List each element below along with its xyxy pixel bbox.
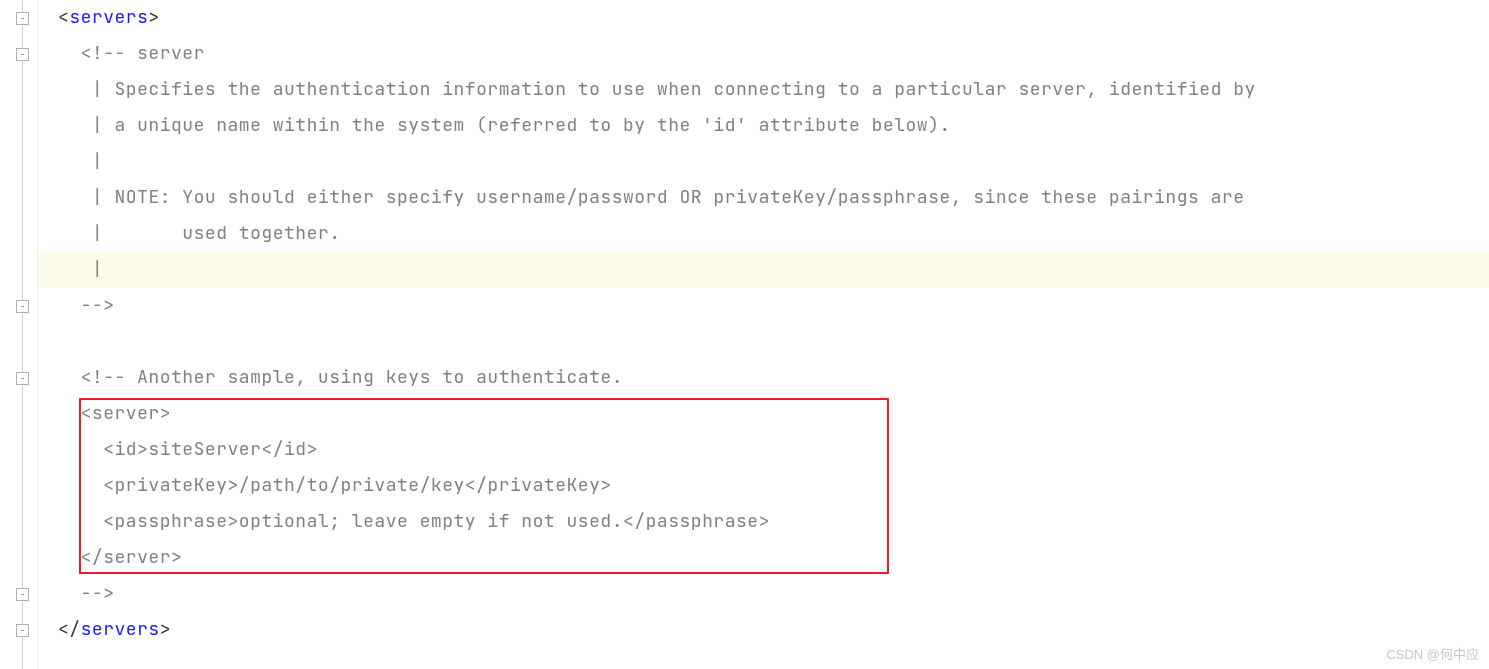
fold-toggle-icon[interactable] xyxy=(16,300,29,313)
code-line[interactable]: --> xyxy=(38,576,1489,612)
code-line[interactable]: --> xyxy=(38,288,1489,324)
code-line[interactable]: | used together. xyxy=(38,216,1489,252)
fold-toggle-icon[interactable] xyxy=(16,48,29,61)
code-line[interactable]: <privateKey>/path/to/private/key</privat… xyxy=(38,468,1489,504)
fold-toggle-icon[interactable] xyxy=(16,12,29,25)
fold-toggle-icon[interactable] xyxy=(16,624,29,637)
code-line[interactable]: <servers> xyxy=(38,0,1489,36)
code-line[interactable]: <server> xyxy=(38,396,1489,432)
code-line[interactable]: <!-- server xyxy=(38,36,1489,72)
fold-toggle-icon[interactable] xyxy=(16,372,29,385)
code-line[interactable]: | NOTE: You should either specify userna… xyxy=(38,180,1489,216)
code-line[interactable]: | Specifies the authentication informati… xyxy=(38,72,1489,108)
code-line[interactable]: <!-- Another sample, using keys to authe… xyxy=(38,360,1489,396)
fold-toggle-icon[interactable] xyxy=(16,588,29,601)
code-line[interactable] xyxy=(38,324,1489,360)
gutter xyxy=(0,0,38,669)
watermark: CSDN @何中应 xyxy=(1386,644,1479,663)
code-line[interactable]: | a unique name within the system (refer… xyxy=(38,108,1489,144)
code-line[interactable]: <id>siteServer</id> xyxy=(38,432,1489,468)
code-line[interactable]: | xyxy=(38,144,1489,180)
fold-guide-line xyxy=(22,0,23,669)
code-area[interactable]: <servers> <!-- server | Specifies the au… xyxy=(38,0,1489,648)
code-line[interactable]: </servers> xyxy=(38,612,1489,648)
code-line[interactable]: </server> xyxy=(38,540,1489,576)
code-line[interactable]: | xyxy=(38,252,1489,288)
code-line[interactable]: <passphrase>optional; leave empty if not… xyxy=(38,504,1489,540)
